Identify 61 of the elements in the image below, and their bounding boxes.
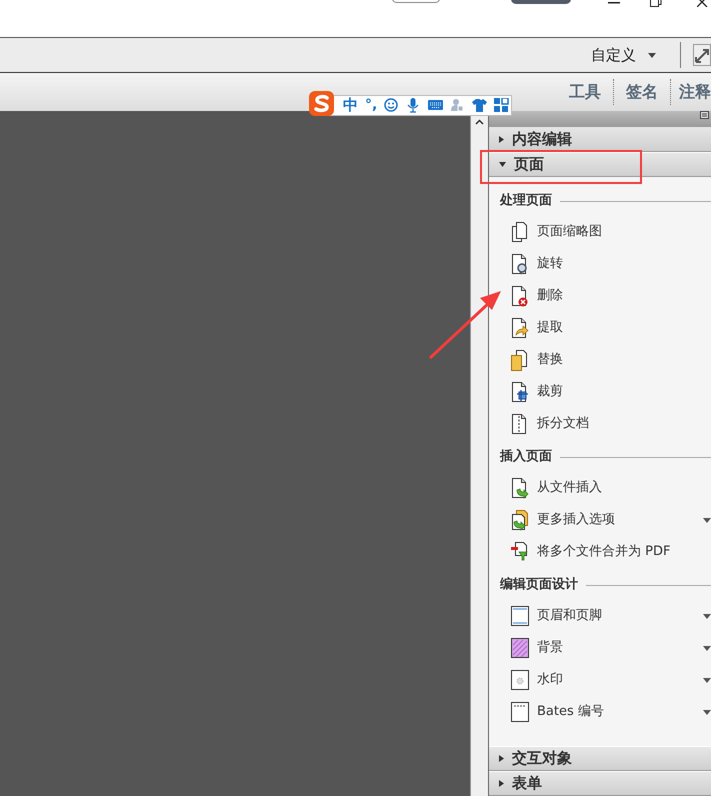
expand-icon [499,780,504,787]
panel-item[interactable]: Bates 编号 [537,702,604,722]
caret-icon [648,52,656,58]
customize-dropdown[interactable]: 自定义 [591,44,656,66]
minimize-icon[interactable] [608,2,620,5]
expand-icon [499,755,504,762]
panel-item[interactable]: 更多插入选项 [537,510,615,530]
watermark-icon [510,669,530,691]
panel-item[interactable]: 水印 [537,670,563,690]
page-insert-icon [510,509,530,531]
keyboard-icon[interactable] [428,98,444,113]
collapse-icon [499,162,506,167]
group-title: 编辑页面设计 [500,576,578,594]
panel-header[interactable]: 内容编辑 [489,127,711,152]
smiley-icon[interactable] [384,98,400,113]
panel-header[interactable]: 交互对象 [489,746,711,771]
panel-item[interactable]: 裁剪 [537,382,563,402]
panel-item[interactable]: 删除 [537,286,563,306]
page-delete-icon [510,285,530,307]
panel-item[interactable]: 拆分文档 [537,414,589,434]
group-title: 插入页面 [500,448,552,466]
grid-icon[interactable] [494,98,510,113]
header-footer-icon [510,605,530,627]
scroll-up-icon[interactable] [475,119,484,125]
dropdown-caret-icon[interactable] [703,678,711,683]
toolbar-tab[interactable]: 签名 [614,73,670,111]
restore-icon[interactable] [650,0,662,7]
panel-item[interactable]: 页眉和页脚 [537,606,602,626]
expand-icon [499,136,504,142]
page-extract-icon [510,317,530,339]
panel-item[interactable]: 背景 [537,638,563,658]
dropdown-caret-icon[interactable] [703,518,711,523]
page-replace-icon [510,349,530,371]
toolbar-tab[interactable]: 工具 [557,73,613,111]
shirt-icon[interactable] [472,98,488,113]
toolbar-tab[interactable]: 注释 [671,73,711,111]
expand-icon[interactable] [693,44,711,66]
panel-options-icon[interactable] [700,111,709,119]
ime-logo-icon[interactable] [308,90,335,117]
dropdown-caret-icon[interactable] [703,710,711,715]
panel-item[interactable]: 旋转 [537,254,563,274]
dropdown-caret-icon[interactable] [703,646,711,651]
page-number-icon [510,701,530,723]
pages-icon [510,221,530,243]
panel-item[interactable]: 页面缩略图 [537,222,602,242]
panel-item[interactable]: 将多个文件合并为 PDF [537,542,670,562]
page-crop-icon [510,381,530,403]
microphone-icon[interactable] [406,98,422,113]
panel-header[interactable]: 表单 [489,771,711,796]
close-icon[interactable] [697,0,709,7]
page-insert-icon [510,477,530,499]
panel-item[interactable]: 替换 [537,350,563,370]
input-mode-toggle[interactable]: 中 [343,94,358,117]
panel-item[interactable]: 从文件插入 [537,478,602,498]
background-icon [510,637,530,659]
group-title: 处理页面 [500,192,552,210]
dropdown-caret-icon[interactable] [703,614,711,619]
punctuation-toggle[interactable]: °, [365,95,378,116]
files-combine-icon [510,541,530,563]
panel-item[interactable]: 提取 [537,318,563,338]
panel-header[interactable]: 页面 [489,152,711,177]
